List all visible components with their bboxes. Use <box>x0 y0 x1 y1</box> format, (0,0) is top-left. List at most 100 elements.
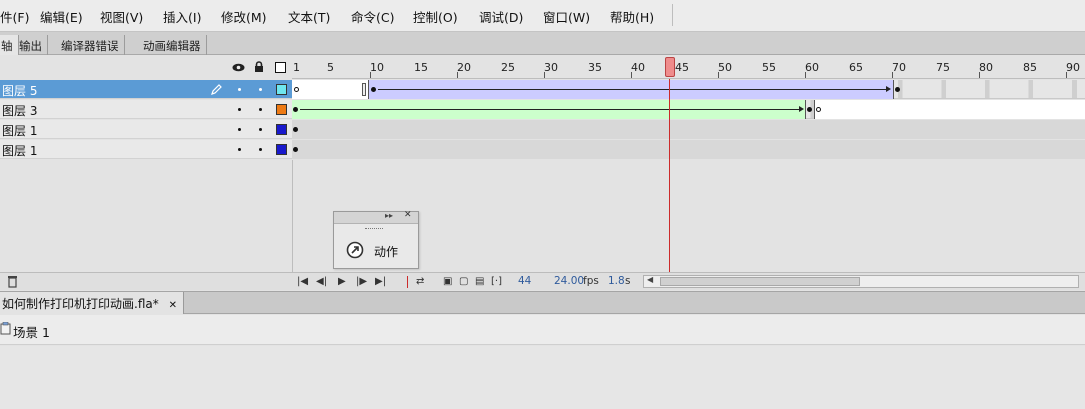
keyframe[interactable] <box>807 107 812 112</box>
tween-arrow-line <box>300 109 799 110</box>
document-title[interactable]: 如何制作打印机打印动画.fla* <box>2 297 159 311</box>
menu-commands[interactable]: 命令(C) <box>351 7 394 26</box>
layer-row[interactable]: 图层 5 <box>0 80 292 99</box>
center-frame-icon[interactable] <box>407 276 408 288</box>
tick-label: 35 <box>588 61 602 74</box>
layer-row[interactable]: 图层 1 <box>0 120 292 139</box>
tick-label: 45 <box>675 61 689 74</box>
blank-keyframe[interactable] <box>816 107 821 112</box>
keyframe[interactable] <box>293 127 298 132</box>
playhead-handle[interactable] <box>665 57 675 77</box>
actions-panel[interactable]: ▸▸ ✕ 动作 <box>333 210 419 269</box>
document-tab[interactable]: 如何制作打印机打印动画.fla* ✕ <box>0 292 184 314</box>
frame-rate-value[interactable]: 24.00 <box>554 275 584 287</box>
layer-name[interactable]: 图层 5 <box>2 82 37 99</box>
scene-breadcrumb[interactable]: 场景 1 <box>13 322 50 341</box>
step-back-icon[interactable]: ◀| <box>316 275 327 289</box>
visibility-dot[interactable] <box>238 88 241 91</box>
layer-name[interactable]: 图层 1 <box>2 142 37 159</box>
tab-motion-editor[interactable]: 动画编辑器 <box>138 35 207 55</box>
layer-color-box[interactable] <box>276 104 287 115</box>
loop-icon[interactable]: ⇄ <box>416 275 424 289</box>
menu-divider <box>672 4 673 26</box>
keyframe[interactable] <box>293 147 298 152</box>
blank-keyframe[interactable] <box>294 87 299 92</box>
horizontal-scrollbar[interactable]: ◀ <box>643 275 1079 288</box>
menu-text[interactable]: 文本(T) <box>288 7 330 26</box>
static-frames-span[interactable] <box>292 140 1085 159</box>
tick-label: 75 <box>936 61 950 74</box>
edit-multiple-frames-icon[interactable]: ▤ <box>475 275 484 289</box>
current-frame-value[interactable]: 44 <box>518 275 531 287</box>
layer-row[interactable]: 图层 1 <box>0 140 292 159</box>
tick-label: 20 <box>457 61 471 74</box>
menu-file[interactable]: 件(F) <box>0 7 29 26</box>
tick-label: 60 <box>805 61 819 74</box>
visibility-dot[interactable] <box>238 148 241 151</box>
menu-window[interactable]: 窗口(W) <box>543 7 590 26</box>
menu-control[interactable]: 控制(O) <box>413 7 458 26</box>
layer-color-box[interactable] <box>276 84 287 95</box>
grip-icon <box>365 228 383 230</box>
layer-name[interactable]: 图层 3 <box>2 102 37 119</box>
elapsed-time-value[interactable]: 1.8 <box>608 275 625 287</box>
ruler-tick <box>1066 72 1067 78</box>
layer-color-box[interactable] <box>276 144 287 155</box>
menu-insert[interactable]: 插入(I) <box>163 7 201 26</box>
trash-icon[interactable] <box>7 275 18 288</box>
layer-name[interactable]: 图层 1 <box>2 122 37 139</box>
menu-debug[interactable]: 调试(D) <box>479 7 523 26</box>
keyframe[interactable] <box>895 87 900 92</box>
tab-compiler-errors[interactable]: 编译器错误 <box>56 35 125 55</box>
keyframe[interactable] <box>293 107 298 112</box>
frame-row[interactable] <box>292 140 1085 159</box>
static-frames-span[interactable] <box>292 120 1085 139</box>
modify-markers-icon[interactable]: [·] <box>491 275 502 289</box>
outline-icon[interactable] <box>275 62 286 73</box>
frame-row[interactable] <box>292 100 1085 119</box>
actions-label[interactable]: 动作 <box>374 243 398 260</box>
close-document-icon[interactable]: ✕ <box>169 300 177 311</box>
scroll-left-icon[interactable]: ◀ <box>647 275 653 284</box>
stage-area[interactable] <box>0 346 1085 409</box>
play-icon[interactable]: ▶ <box>338 275 346 289</box>
tick-label: 90 <box>1066 61 1080 74</box>
eye-icon[interactable] <box>232 63 245 72</box>
go-to-first-frame-icon[interactable]: |◀ <box>297 275 308 289</box>
scrollbar-thumb[interactable] <box>660 277 860 286</box>
tick-label: 85 <box>1023 61 1037 74</box>
onion-skin-outlines-icon[interactable]: ▢ <box>459 275 468 289</box>
lock-dot[interactable] <box>259 108 262 111</box>
tick-label: 65 <box>849 61 863 74</box>
tab-output[interactable]: 输出 <box>14 35 48 55</box>
frame-ruler[interactable]: 1 5 10 15 20 25 30 35 40 45 50 55 60 65 … <box>292 57 1085 79</box>
go-to-last-frame-icon[interactable]: ▶| <box>375 275 386 289</box>
menu-modify[interactable]: 修改(M) <box>221 7 267 26</box>
empty-frames[interactable] <box>292 80 368 99</box>
close-icon[interactable]: ✕ <box>404 210 412 220</box>
lock-dot[interactable] <box>259 148 262 151</box>
tween-arrowhead <box>886 86 891 92</box>
actions-icon <box>346 241 364 259</box>
step-forward-icon[interactable]: |▶ <box>356 275 367 289</box>
menu-help[interactable]: 帮助(H) <box>610 7 654 26</box>
layer-row[interactable]: 图层 3 <box>0 100 292 119</box>
pencil-icon <box>211 84 222 95</box>
visibility-dot[interactable] <box>238 108 241 111</box>
keyframe[interactable] <box>371 87 376 92</box>
layer-color-box[interactable] <box>276 124 287 135</box>
visibility-dot[interactable] <box>238 128 241 131</box>
menu-edit[interactable]: 编辑(E) <box>40 7 83 26</box>
frame-row[interactable] <box>292 80 1085 99</box>
empty-frames[interactable] <box>815 100 1085 119</box>
lock-dot[interactable] <box>259 128 262 131</box>
panel-titlebar[interactable]: ▸▸ ✕ <box>334 210 418 224</box>
frame-row[interactable] <box>292 120 1085 139</box>
lock-dot[interactable] <box>259 88 262 91</box>
onion-skin-icon[interactable]: ▣ <box>443 275 452 289</box>
menu-view[interactable]: 视图(V) <box>100 7 143 26</box>
tick-label: 40 <box>631 61 645 74</box>
lock-icon[interactable] <box>254 61 264 73</box>
tick-label: 10 <box>370 61 384 74</box>
collapse-icon[interactable]: ▸▸ <box>385 211 393 220</box>
